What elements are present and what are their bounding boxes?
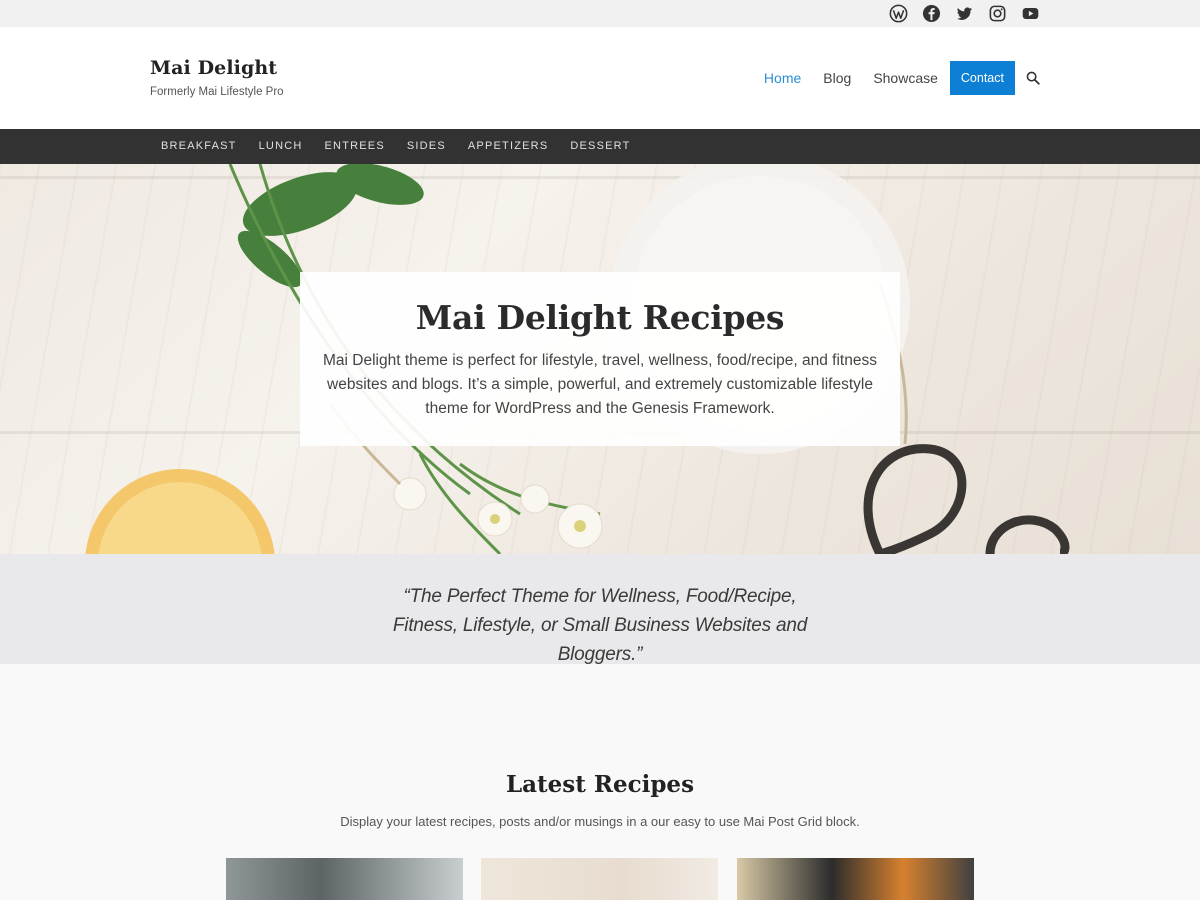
hero-text: Mai Delight theme is perfect for lifesty… [323,352,877,417]
recipe-card-image[interactable] [226,858,463,900]
top-social-bar [0,0,1200,27]
youtube-icon[interactable] [1021,4,1040,23]
category-nav: Breakfast Lunch Entrees Sides Appetizers… [150,129,642,164]
category-dessert[interactable]: Dessert [559,129,641,164]
social-links [889,4,1040,23]
twitter-icon[interactable] [955,4,974,23]
category-nav-bar: Breakfast Lunch Entrees Sides Appetizers… [0,129,1200,164]
hero-content-box: Mai Delight Recipes Mai Delight theme is… [300,272,900,446]
facebook-icon[interactable] [922,4,941,23]
site-header: Mai Delight Formerly Mai Lifestyle Pro H… [0,27,1200,129]
latest-recipes-title: Latest Recipes [505,771,695,798]
recipe-card-image[interactable] [737,858,974,900]
nav-showcase[interactable]: Showcase [873,61,938,95]
instagram-icon[interactable] [988,4,1007,23]
latest-recipes-section: Latest Recipes Display your latest recip… [0,664,1200,900]
wordpress-icon[interactable] [889,4,908,23]
quote-text: “The Perfect Theme for Wellness, Food/Re… [392,586,808,665]
latest-recipes-subtitle: Display your latest recipes, posts and/o… [340,814,860,829]
category-breakfast[interactable]: Breakfast [150,129,248,164]
category-lunch[interactable]: Lunch [248,129,314,164]
hero-section: Mai Delight Recipes Mai Delight theme is… [0,164,1200,554]
nav-blog[interactable]: Blog [823,61,851,95]
quote-section: “The Perfect Theme for Wellness, Food/Re… [0,554,1200,665]
nav-home[interactable]: Home [764,61,801,95]
category-sides[interactable]: Sides [396,129,457,164]
primary-nav: Home Blog Showcase Contact [742,61,1040,95]
search-icon[interactable] [1026,71,1040,85]
recipe-card-image[interactable] [481,858,718,900]
site-description: Formerly Mai Lifestyle Pro [150,86,284,98]
site-branding: Mai Delight Formerly Mai Lifestyle Pro [150,57,284,98]
category-entrees[interactable]: Entrees [314,129,396,164]
contact-button[interactable]: Contact [949,61,1015,95]
hero-title: Mai Delight Recipes [415,298,785,337]
category-appetizers[interactable]: Appetizers [457,129,559,164]
site-title[interactable]: Mai Delight [150,57,284,79]
